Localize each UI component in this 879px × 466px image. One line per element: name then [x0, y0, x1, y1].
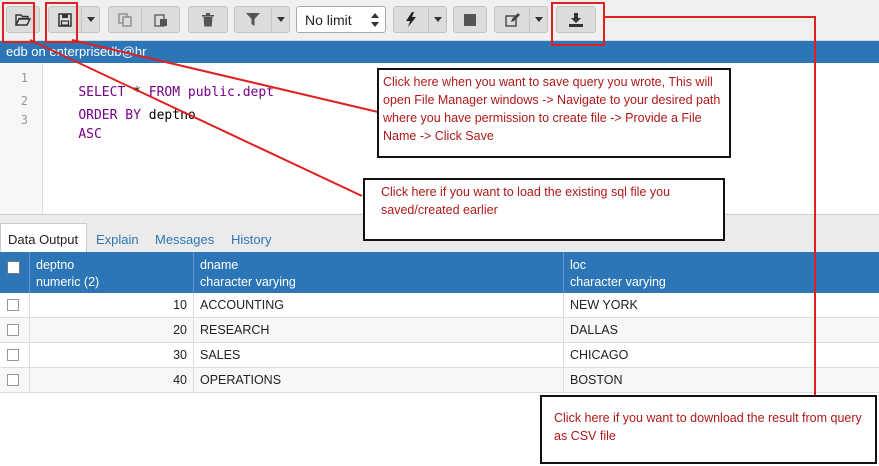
save-file-highlight: [45, 2, 78, 43]
tab-history[interactable]: History: [231, 232, 271, 247]
sql-column-name: deptno: [148, 108, 196, 123]
paste-button[interactable]: [142, 6, 180, 33]
editor-gutter: 1 2 3: [0, 64, 43, 214]
column-type: character varying: [200, 275, 296, 289]
row-select-cell: [0, 293, 30, 317]
cell-dname[interactable]: RESEARCH: [194, 318, 564, 342]
column-header-dname[interactable]: dname character varying: [194, 252, 564, 293]
code-line-3: ASC: [47, 112, 102, 157]
stop-icon: [464, 13, 476, 26]
cell-deptno[interactable]: 10: [30, 293, 194, 317]
save-options-dropdown[interactable]: [82, 6, 100, 33]
open-file-highlight: [2, 2, 35, 43]
row-limit-value: No limit: [305, 11, 352, 28]
cell-dname[interactable]: OPERATIONS: [194, 368, 564, 392]
cell-loc[interactable]: DALLAS: [564, 318, 879, 342]
tab-explain[interactable]: Explain: [96, 232, 139, 247]
table-row[interactable]: 10 ACCOUNTING NEW YORK: [0, 293, 879, 318]
download-callout: Click here if you want to download the r…: [540, 395, 877, 464]
execute-options-dropdown[interactable]: [429, 6, 447, 33]
trash-icon: [202, 12, 214, 26]
cell-deptno[interactable]: 30: [30, 343, 194, 367]
cell-loc[interactable]: NEW YORK: [564, 293, 879, 317]
line-number: 2: [20, 94, 28, 108]
tab-data-output[interactable]: Data Output: [0, 223, 87, 253]
row-checkbox[interactable]: [7, 374, 19, 386]
filter-icon: [246, 13, 260, 26]
row-checkbox[interactable]: [7, 349, 19, 361]
column-type: character varying: [570, 275, 666, 289]
row-limit-select[interactable]: No limit: [296, 6, 386, 33]
table-row[interactable]: 20 RESEARCH DALLAS: [0, 318, 879, 343]
sql-keyword: ASC: [78, 127, 102, 142]
stop-button[interactable]: [453, 6, 487, 33]
cell-deptno[interactable]: 20: [30, 318, 194, 342]
tab-messages[interactable]: Messages: [155, 232, 214, 247]
row-select-cell: [0, 318, 30, 342]
row-checkbox[interactable]: [7, 324, 19, 336]
cell-dname[interactable]: ACCOUNTING: [194, 293, 564, 317]
query-tab-bar: edb on enterprisedb@hr: [0, 41, 879, 63]
query-tab-title[interactable]: edb on enterprisedb@hr: [6, 44, 146, 59]
lightning-bolt-icon: [406, 12, 416, 27]
select-arrows-icon: [371, 13, 379, 27]
query-toolbar: No limit: [0, 0, 879, 41]
load-callout: Click here if you want to load the exist…: [363, 178, 725, 241]
column-name: loc: [570, 258, 586, 272]
cell-loc[interactable]: BOSTON: [564, 368, 879, 392]
row-select-cell: [0, 343, 30, 367]
column-type: numeric (2): [36, 275, 100, 289]
table-row[interactable]: 30 SALES CHICAGO: [0, 343, 879, 368]
edit-options-dropdown[interactable]: [530, 6, 548, 33]
edit-icon: [504, 12, 520, 27]
select-all-checkbox[interactable]: [7, 261, 20, 274]
save-callout: Click here when you want to save query y…: [377, 68, 731, 158]
column-header-deptno[interactable]: deptno numeric (2): [30, 252, 194, 293]
cell-deptno[interactable]: 40: [30, 368, 194, 392]
table-row[interactable]: 40 OPERATIONS BOSTON: [0, 368, 879, 393]
filter-options-dropdown[interactable]: [272, 6, 290, 33]
sql-table-name: public.dept: [187, 85, 274, 100]
column-name: dname: [200, 258, 239, 272]
cell-loc[interactable]: CHICAGO: [564, 343, 879, 367]
filter-button[interactable]: [234, 6, 272, 33]
edit-button[interactable]: [494, 6, 530, 33]
delete-button[interactable]: [188, 6, 228, 33]
column-header-loc[interactable]: loc character varying: [564, 252, 879, 293]
column-name: deptno: [36, 258, 75, 272]
line-number: 1: [20, 71, 28, 85]
line-number: 3: [20, 113, 28, 127]
copy-icon: [118, 12, 132, 27]
execute-button[interactable]: [393, 6, 429, 33]
select-all-cell: [0, 252, 30, 293]
row-checkbox[interactable]: [7, 299, 19, 311]
row-select-cell: [0, 368, 30, 392]
copy-button[interactable]: [108, 6, 142, 33]
result-grid-header: deptno numeric (2) dname character varyi…: [0, 252, 879, 293]
paste-icon: [153, 13, 167, 27]
download-highlight: [551, 2, 605, 46]
cell-dname[interactable]: SALES: [194, 343, 564, 367]
